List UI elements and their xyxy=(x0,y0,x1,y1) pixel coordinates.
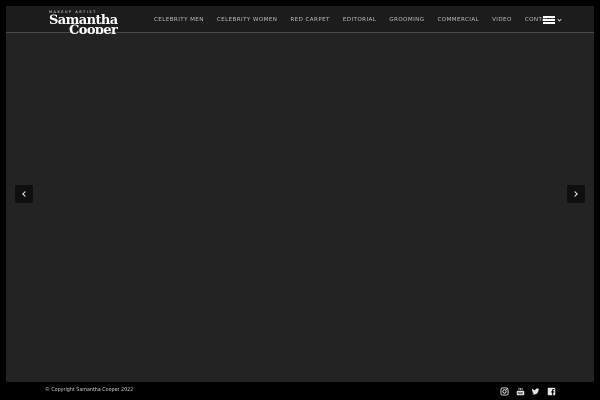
site-footer: © Copyright Samantha Cooper 2022 xyxy=(0,382,600,400)
nav-item-editorial[interactable]: EDITORIAL xyxy=(343,17,376,23)
hero-slider xyxy=(6,34,594,382)
nav-item-grooming[interactable]: GROOMING xyxy=(389,17,424,23)
youtube-icon[interactable] xyxy=(516,387,525,396)
slider-prev-button[interactable] xyxy=(15,185,33,203)
slider-next-button[interactable] xyxy=(567,185,585,203)
twitter-icon[interactable] xyxy=(531,387,540,396)
nav-item-commercial[interactable]: COMMERCIAL xyxy=(437,17,479,23)
nav-item-celebrity-men[interactable]: CELEBRITY MEN xyxy=(154,17,204,23)
nav-item-red-carpet[interactable]: RED CARPET xyxy=(290,17,329,23)
site-header: Makeup Artist Samantha Cooper CELEBRITY … xyxy=(6,6,594,37)
hamburger-icon[interactable] xyxy=(543,16,555,24)
chevron-left-icon xyxy=(22,191,28,197)
nav-item-video[interactable]: VIDEO xyxy=(492,17,512,23)
site-logo[interactable]: Makeup Artist Samantha Cooper xyxy=(49,10,129,37)
chevron-down-icon xyxy=(557,16,562,22)
copyright-text: © Copyright Samantha Cooper 2022 xyxy=(45,388,134,393)
nav-item-celebrity-women[interactable]: CELEBRITY WOMEN xyxy=(217,17,278,23)
instagram-icon[interactable] xyxy=(500,387,509,396)
chevron-right-icon xyxy=(572,191,578,197)
page-frame: Makeup Artist Samantha Cooper CELEBRITY … xyxy=(6,6,594,382)
facebook-icon[interactable] xyxy=(547,387,556,396)
main-nav: CELEBRITY MEN CELEBRITY WOMEN RED CARPET… xyxy=(154,14,562,26)
